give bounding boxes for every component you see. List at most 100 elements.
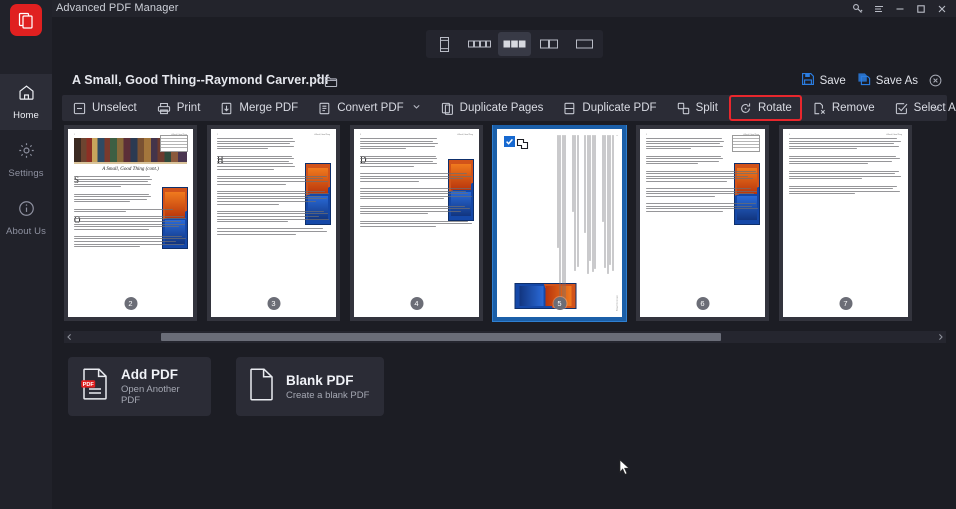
page-thumbnail[interactable]: 1A Small, Good Thing A Small, Good Thing… — [64, 125, 197, 321]
page-rotate-handle-icon[interactable] — [516, 137, 529, 155]
document-filename: A Small, Good Thing--Raymond Carver.pdf — [72, 73, 329, 87]
close-document-icon[interactable] — [929, 74, 942, 87]
scrollbar-track[interactable] — [75, 331, 935, 343]
view-mode-single-page[interactable] — [568, 32, 601, 56]
save-as-icon — [857, 72, 871, 89]
document-header: A Small, Good Thing--Raymond Carver.pdf … — [52, 67, 956, 95]
page-thumbnail[interactable]: 2A Small, Good Thing H 3 — [207, 125, 340, 321]
app-title: Advanced PDF Manager — [56, 2, 179, 14]
view-mode-single-scroll[interactable] — [428, 32, 461, 56]
toolbar-label: Unselect — [92, 102, 137, 114]
blank-pdf-subtitle: Create a blank PDF — [286, 389, 370, 401]
page-heading: A Small, Good Thing (cont.) — [102, 167, 159, 172]
page-thumbnail[interactable]: 6A Small, Good Thing 7 — [779, 125, 912, 321]
page-thumbnail[interactable]: 5A Small, Good Thing — [636, 125, 769, 321]
page-preview: 3A Small, Good Thing D 4 — [354, 129, 479, 317]
merge-pdf-icon — [220, 102, 233, 115]
close-icon[interactable] — [932, 0, 952, 17]
sidebar-item-home[interactable]: Home — [0, 74, 52, 130]
page-number-badge: 4 — [410, 297, 423, 310]
split-icon — [677, 102, 690, 115]
rotated-page-content: 4A Small, Good Thing — [497, 129, 622, 317]
scrollbar-thumb[interactable] — [161, 333, 721, 341]
view-mode-bar — [52, 17, 956, 67]
toolbar-overflow-chevron-down-icon[interactable] — [931, 95, 941, 121]
toolbar-label: Print — [176, 102, 201, 114]
save-button[interactable]: Save — [801, 72, 846, 89]
page-thumbnail-pane[interactable]: 1A Small, Good Thing A Small, Good Thing… — [62, 125, 947, 328]
chevron-right-icon[interactable] — [935, 331, 946, 343]
view-mode-two-column[interactable] — [533, 32, 566, 56]
page-thumbnail-row: 1A Small, Good Thing A Small, Good Thing… — [64, 125, 912, 322]
toolbar-button-rotate[interactable]: Rotate — [728, 95, 802, 121]
hamburger-menu-icon[interactable] — [869, 0, 889, 17]
key-icon[interactable] — [848, 0, 868, 17]
page-number-badge: 5 — [553, 297, 566, 310]
toolbar-label: Duplicate PDF — [582, 102, 657, 114]
blank-pdf-card[interactable]: Blank PDF Create a blank PDF — [236, 357, 384, 416]
add-pdf-title: Add PDF — [121, 367, 178, 382]
toolbar-label: Rotate — [757, 102, 792, 114]
sidebar-item-settings[interactable]: Settings — [0, 132, 52, 188]
toolbar-button-split[interactable]: Split — [668, 97, 727, 119]
save-as-button[interactable]: Save As — [857, 72, 918, 89]
blank-pdf-title: Blank PDF — [286, 372, 354, 388]
save-label: Save — [819, 74, 846, 87]
rotate-icon — [739, 102, 752, 115]
maximize-icon[interactable] — [911, 0, 931, 17]
toolbar-button-duplicate-pdf[interactable]: Duplicate PDF — [554, 97, 665, 119]
page-thumbnail-selected[interactable]: 4A Small, Good Thing 5 — [492, 125, 627, 322]
blank-page-icon — [248, 367, 275, 406]
sidebar-item-label: About Us — [6, 226, 46, 237]
title-bar: Advanced PDF Manager — [0, 0, 956, 17]
checkbox-check-icon — [895, 102, 908, 115]
chevron-left-icon[interactable] — [64, 331, 75, 343]
toolbar-label: Remove — [831, 102, 875, 114]
toolbar-button-duplicate-pages[interactable]: Duplicate Pages — [432, 97, 553, 119]
thumbnail-horizontal-scrollbar[interactable] — [64, 331, 946, 343]
unselect-icon — [73, 102, 86, 115]
save-controls: Save Save As — [801, 72, 942, 89]
page-preview: 5A Small, Good Thing — [640, 129, 765, 317]
minimize-icon[interactable] — [890, 0, 910, 17]
window-controls — [848, 0, 952, 17]
page-preview: 1A Small, Good Thing A Small, Good Thing… — [68, 129, 193, 317]
toolbar-button-remove[interactable]: Remove — [804, 97, 884, 119]
page-number-badge: 3 — [267, 297, 280, 310]
page-preview: 4A Small, Good Thing 5 — [497, 129, 622, 317]
modified-indicator — [317, 74, 320, 77]
page-number-badge: 2 — [124, 297, 137, 310]
toolbar-button-unselect[interactable]: Unselect — [64, 97, 146, 119]
chevron-down-icon[interactable] — [412, 102, 421, 114]
page-preview: 2A Small, Good Thing H 3 — [211, 129, 336, 317]
sidebar-nav: Home Settings About Us — [0, 74, 52, 248]
pdf-toolbar: Unselect Print Merge PDF Convert PDF Dup… — [62, 95, 956, 121]
toolbar-label: Convert PDF — [337, 102, 404, 114]
sidebar: Home Settings About Us — [0, 0, 52, 509]
view-mode-three-column[interactable] — [498, 32, 531, 56]
toolbar-label: Merge PDF — [239, 102, 299, 114]
pdf-file-icon: PDF — [80, 367, 110, 406]
toolbar-button-select-all[interactable]: Select All — [886, 97, 956, 119]
sidebar-item-about-us[interactable]: About Us — [0, 190, 52, 246]
page-table — [732, 135, 760, 152]
save-disk-icon — [801, 72, 815, 89]
sidebar-item-label: Home — [13, 110, 39, 121]
view-mode-four-column[interactable] — [463, 32, 496, 56]
toolbar-button-print[interactable]: Print — [148, 97, 210, 119]
save-as-label: Save As — [875, 74, 918, 87]
info-icon — [17, 199, 36, 223]
add-pdf-card[interactable]: PDF Add PDF Open Another PDF — [68, 357, 211, 416]
page-table — [160, 135, 188, 152]
page-thumbnail[interactable]: 3A Small, Good Thing D 4 — [350, 125, 483, 321]
sidebar-item-label: Settings — [8, 168, 44, 179]
duplicate-pages-icon — [441, 102, 454, 115]
svg-text:PDF: PDF — [83, 382, 95, 388]
toolbar-label: Duplicate Pages — [459, 102, 544, 114]
toolbar-button-convert-pdf[interactable]: Convert PDF — [309, 97, 429, 119]
duplicate-pdf-icon — [563, 102, 576, 115]
toolbar-button-merge-pdf[interactable]: Merge PDF — [211, 97, 307, 119]
page-selected-checkbox[interactable] — [503, 135, 516, 148]
open-folder-icon[interactable] — [324, 75, 338, 93]
home-icon — [17, 83, 36, 107]
